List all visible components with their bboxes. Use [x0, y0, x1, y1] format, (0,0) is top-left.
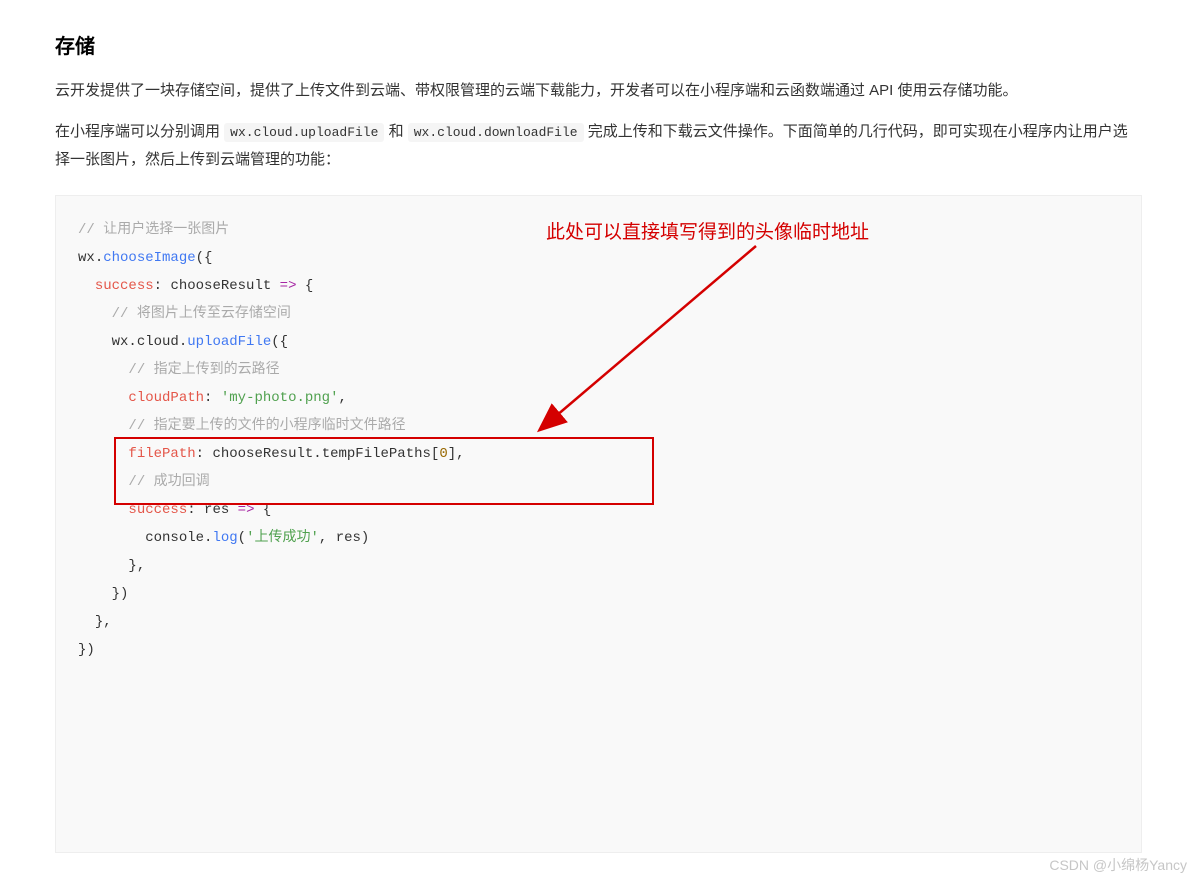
code-comment: // 指定上传到的云路径: [128, 362, 279, 378]
paragraph-2: 在小程序端可以分别调用 wx.cloud.uploadFile 和 wx.clo…: [55, 118, 1142, 175]
code-token: chooseResult: [212, 446, 313, 462]
text-segment: 在小程序端可以分别调用: [55, 123, 224, 140]
code-token: tempFilePaths: [322, 446, 431, 462]
annotation-arrow-icon: [526, 236, 786, 436]
paragraph-1: 云开发提供了一块存储空间，提供了上传文件到云端、带权限管理的云端下载能力，开发者…: [55, 77, 1142, 106]
code-token: console: [145, 530, 204, 546]
code-comment: // 指定要上传的文件的小程序临时文件路径: [128, 418, 405, 434]
inline-code-upload: wx.cloud.uploadFile: [224, 123, 384, 142]
watermark: CSDN @小绵杨Yancy: [1049, 855, 1187, 875]
code-token: 'my-photo.png': [221, 390, 339, 406]
code-token: cloudPath: [128, 390, 204, 406]
code-token: 0: [439, 446, 447, 462]
code-block: // 让用户选择一张图片 wx.chooseImage({ success: c…: [55, 195, 1142, 853]
code-comment: // 让用户选择一张图片: [78, 222, 229, 238]
code-token: res: [336, 530, 361, 546]
code-token: success: [95, 278, 154, 294]
code-token: chooseResult: [170, 278, 271, 294]
code-token: filePath: [128, 446, 195, 462]
annotation-text: 此处可以直接填写得到的头像临时地址: [546, 214, 869, 252]
code-comment: // 将图片上传至云存储空间: [112, 306, 291, 322]
code-token: log: [212, 530, 237, 546]
code-token: success: [128, 502, 187, 518]
code-token: wx: [78, 250, 95, 266]
code-token: '上传成功': [246, 530, 319, 546]
inline-code-download: wx.cloud.downloadFile: [408, 123, 584, 142]
text-segment: 和: [384, 123, 407, 140]
code-token: uploadFile: [187, 334, 271, 350]
code-token: wx: [112, 334, 129, 350]
code-token: res: [204, 502, 229, 518]
code-token: chooseImage: [103, 250, 195, 266]
code-token: cloud: [137, 334, 179, 350]
section-title: 存储: [55, 30, 1142, 59]
code-comment: // 成功回调: [128, 474, 209, 490]
